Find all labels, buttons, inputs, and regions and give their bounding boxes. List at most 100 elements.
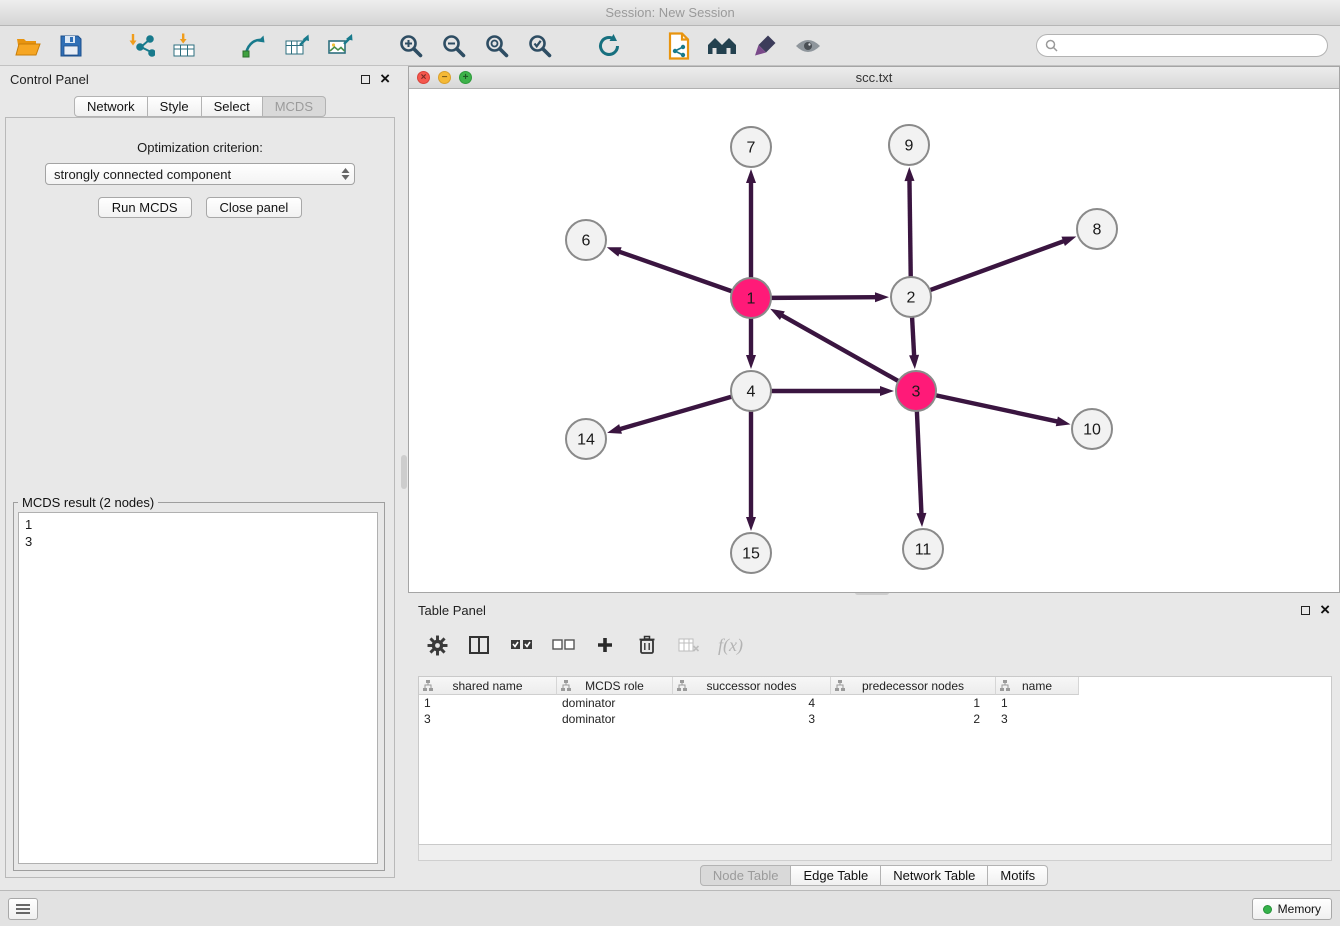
column-header-name[interactable]: name — [996, 677, 1079, 695]
add-column-icon[interactable] — [592, 632, 618, 658]
graph-edge-3-10[interactable] — [936, 395, 1059, 422]
table-cell[interactable]: 4 — [673, 695, 831, 711]
zoom-selected-icon[interactable] — [523, 30, 555, 62]
delete-column-icon[interactable] — [634, 632, 660, 658]
control-panel: Control Panel × NetworkStyleSelectMCDS O… — [0, 66, 400, 890]
table-row[interactable]: 1dominator411 — [419, 695, 1331, 711]
select-all-columns-icon[interactable] — [508, 632, 534, 658]
table-tabs: Node TableEdge TableNetwork TableMotifs — [408, 865, 1340, 886]
float-table-panel-icon[interactable] — [1301, 606, 1310, 615]
apply-style-brush-icon[interactable] — [749, 30, 781, 62]
table-cell[interactable]: 1 — [831, 695, 996, 711]
import-table-icon[interactable] — [168, 30, 200, 62]
task-history-button[interactable] — [8, 898, 38, 920]
table-cell[interactable]: 1 — [419, 695, 557, 711]
zoom-in-icon[interactable] — [394, 30, 426, 62]
new-network-icon[interactable] — [238, 30, 270, 62]
tab-style[interactable]: Style — [148, 96, 202, 117]
run-mcds-button[interactable]: Run MCDS — [98, 197, 192, 218]
close-panel-icon[interactable]: × — [380, 72, 390, 86]
graph-edge-3-11[interactable] — [917, 411, 922, 515]
home-icon[interactable] — [706, 30, 738, 62]
memory-button[interactable]: Memory — [1252, 898, 1332, 920]
graph-edge-2-8[interactable] — [930, 241, 1065, 290]
graph-edge-arrowhead — [1061, 237, 1076, 247]
mcds-result-item[interactable]: 3 — [19, 533, 377, 550]
graph-svg[interactable]: 7968124314101511 — [409, 89, 1339, 592]
table-cell[interactable]: 1 — [996, 695, 1079, 711]
tab-network[interactable]: Network — [74, 96, 148, 117]
close-panel-button[interactable]: Close panel — [206, 197, 303, 218]
mcds-result-list[interactable]: 13 — [18, 512, 378, 864]
float-panel-icon[interactable] — [361, 75, 370, 84]
graph-edge-arrowhead — [880, 386, 894, 396]
graph-edge-2-9[interactable] — [909, 179, 910, 277]
graph-node-label-9: 9 — [905, 138, 914, 155]
close-table-panel-icon[interactable]: × — [1320, 603, 1330, 617]
optimization-select[interactable]: strongly connected component — [45, 163, 355, 185]
export-table-icon[interactable] — [281, 30, 313, 62]
save-session-icon[interactable] — [55, 30, 87, 62]
graph-edge-arrowhead — [1056, 417, 1071, 427]
zoom-out-icon[interactable] — [437, 30, 469, 62]
tab-edge-table[interactable]: Edge Table — [791, 865, 881, 886]
table-cell[interactable]: 3 — [419, 711, 557, 727]
column-header-label: name — [1022, 679, 1052, 693]
show-hide-eye-icon[interactable] — [792, 30, 824, 62]
column-header-shared-name[interactable]: shared name — [419, 677, 557, 695]
column-header-label: MCDS role — [585, 679, 644, 693]
graph-edge-arrowhead — [746, 517, 756, 531]
table-panel-header: Table Panel × — [408, 597, 1340, 623]
table-cell[interactable]: 3 — [673, 711, 831, 727]
tab-network-table[interactable]: Network Table — [881, 865, 988, 886]
deselect-all-columns-icon[interactable] — [550, 632, 576, 658]
graph-edge-3-1[interactable] — [781, 315, 899, 381]
column-header-MCDS-role[interactable]: MCDS role — [557, 677, 673, 695]
close-window-icon[interactable]: × — [417, 71, 430, 84]
clone-network-document-icon[interactable] — [663, 30, 695, 62]
search-input[interactable] — [1063, 38, 1319, 53]
graph-edge-arrowhead — [607, 424, 622, 434]
window-title: Session: New Session — [605, 5, 734, 20]
table-cell[interactable]: dominator — [557, 711, 673, 727]
refresh-layout-icon[interactable] — [593, 30, 625, 62]
graph-node-label-10: 10 — [1083, 422, 1101, 439]
graph-edge-arrowhead — [746, 169, 756, 183]
gear-icon[interactable] — [424, 632, 450, 658]
network-canvas[interactable]: 7968124314101511 — [409, 89, 1339, 592]
column-edit-icon — [561, 680, 571, 694]
column-edit-icon — [835, 680, 845, 694]
search-box[interactable] — [1036, 34, 1328, 57]
table-body: 1dominator4113dominator323 — [419, 695, 1331, 727]
graph-edge-1-6[interactable] — [618, 251, 732, 291]
graph-edge-4-14[interactable] — [619, 397, 732, 430]
graph-edge-1-2[interactable] — [771, 297, 877, 298]
mcds-button-row: Run MCDS Close panel — [6, 197, 394, 218]
table-cell[interactable]: 2 — [831, 711, 996, 727]
graph-edge-2-3[interactable] — [912, 317, 914, 357]
vertical-splitter-grip[interactable] — [401, 455, 407, 489]
table-row[interactable]: 3dominator323 — [419, 711, 1331, 727]
table-hscrollbar[interactable] — [418, 845, 1332, 861]
tab-motifs[interactable]: Motifs — [988, 865, 1048, 886]
column-settings-icon[interactable] — [466, 632, 492, 658]
network-window-titlebar[interactable]: scc.txt × − + — [409, 67, 1339, 89]
mcds-result-item[interactable]: 1 — [19, 513, 377, 533]
export-image-icon[interactable] — [324, 30, 356, 62]
tab-mcds[interactable]: MCDS — [263, 96, 326, 117]
table-cell[interactable]: dominator — [557, 695, 673, 711]
tab-select[interactable]: Select — [202, 96, 263, 117]
zoom-fit-icon[interactable] — [480, 30, 512, 62]
column-edit-icon — [677, 680, 687, 694]
minimize-window-icon[interactable]: − — [438, 71, 451, 84]
graph-edge-arrowhead — [904, 167, 914, 181]
tab-node-table[interactable]: Node Table — [700, 865, 792, 886]
open-session-icon[interactable] — [12, 30, 44, 62]
column-header-successor-nodes[interactable]: successor nodes — [673, 677, 831, 695]
import-network-icon[interactable] — [125, 30, 157, 62]
graph-node-label-6: 6 — [582, 233, 591, 250]
table-cell[interactable]: 3 — [996, 711, 1079, 727]
column-header-predecessor-nodes[interactable]: predecessor nodes — [831, 677, 996, 695]
mcds-result-title: MCDS result (2 nodes) — [18, 495, 158, 510]
maximize-window-icon[interactable]: + — [459, 71, 472, 84]
